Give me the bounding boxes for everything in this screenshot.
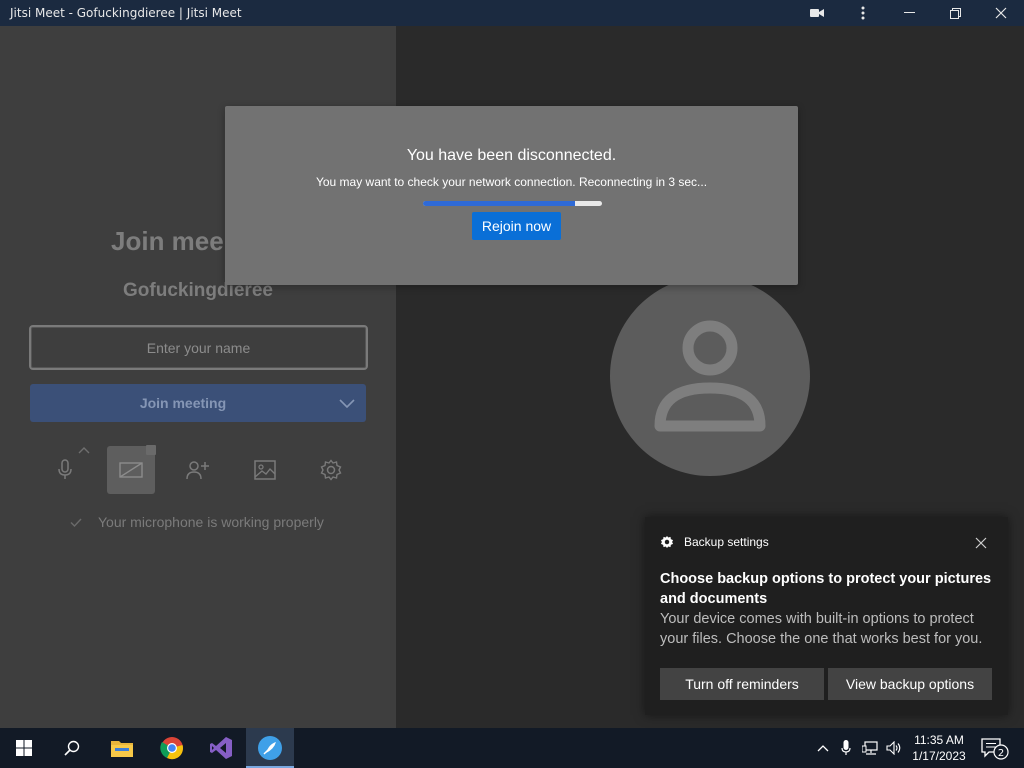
taskbar: 11:35 AM 1/17/2023 2: [0, 728, 1024, 768]
settings-gear-icon: [320, 459, 342, 481]
kebab-menu-icon[interactable]: [840, 0, 886, 26]
mic-status-text: Your microphone is working properly: [98, 514, 324, 530]
microphone-icon: [58, 459, 72, 479]
turn-off-reminders-button[interactable]: Turn off reminders: [660, 668, 824, 700]
chevron-down-icon[interactable]: [328, 384, 366, 422]
chrome-icon: [160, 737, 183, 760]
notification-title: Choose backup options to protect your pi…: [660, 571, 992, 607]
tray-microphone[interactable]: [837, 728, 855, 768]
chevron-up-icon: [817, 745, 829, 752]
speaker-icon: [886, 741, 901, 755]
windows-start-icon: [16, 740, 32, 756]
chevron-up-icon[interactable]: [77, 446, 91, 456]
disconnected-dialog: You have been disconnected. You may want…: [225, 106, 798, 285]
jitsi-meet-icon: [258, 736, 282, 760]
display-name-input[interactable]: [29, 325, 368, 370]
join-meeting-button[interactable]: Join meeting: [30, 384, 366, 422]
background-image-icon: [254, 460, 276, 480]
file-explorer-icon: [111, 741, 133, 757]
view-backup-options-button[interactable]: View backup options: [828, 668, 992, 700]
background-button[interactable]: [241, 446, 289, 494]
tray-volume[interactable]: [884, 728, 904, 768]
join-meeting-label: Join meeting: [139, 395, 227, 411]
prejoin-heading: Join mee: [111, 226, 224, 256]
taskbar-search-button[interactable]: [48, 728, 96, 768]
invite-person-icon: [186, 461, 209, 480]
mic-status: Your microphone is working properly: [70, 514, 324, 530]
gear-icon: [660, 535, 674, 549]
search-icon: [64, 740, 80, 756]
visual-studio-icon: [210, 737, 232, 759]
clock-time: 11:35 AM: [914, 733, 964, 747]
backup-notification: Backup settings Choose backup options to…: [645, 517, 1008, 715]
dialog-title: You have been disconnected.: [406, 147, 617, 164]
settings-button[interactable]: [307, 446, 355, 494]
action-center-button[interactable]: 2: [976, 728, 1012, 768]
minimize-icon[interactable]: [886, 0, 932, 26]
restore-icon[interactable]: [932, 0, 978, 26]
prejoin-toolbar: [0, 445, 396, 496]
invite-button[interactable]: [174, 446, 222, 494]
taskbar-clock[interactable]: 11:35 AM 1/17/2023: [906, 732, 972, 764]
start-button[interactable]: [0, 728, 48, 768]
network-icon: [862, 741, 878, 755]
reconnect-progress-fill: [423, 201, 576, 206]
dialog-message: You may want to check your network conne…: [315, 175, 708, 189]
notification-header: Backup settings: [660, 535, 769, 549]
video-camera-icon[interactable]: [794, 0, 840, 26]
show-hidden-icons-button[interactable]: [814, 728, 832, 768]
user-avatar-icon: [654, 320, 766, 432]
camera-options-badge[interactable]: [146, 445, 156, 455]
notification-icon: 2: [981, 738, 1009, 760]
chrome-button[interactable]: [148, 728, 196, 768]
window-title: Jitsi Meet - Gofuckingdieree | Jitsi Mee…: [10, 6, 242, 20]
notification-body: Your device comes with built-in options …: [660, 611, 983, 647]
check-icon: [70, 518, 82, 527]
avatar: [610, 276, 810, 476]
notification-count: 2: [998, 748, 1004, 759]
rejoin-now-button[interactable]: Rejoin now: [472, 212, 561, 240]
notification-app-name: Backup settings: [684, 535, 769, 549]
jitsi-meet-taskbar-button[interactable]: [246, 728, 294, 768]
camera-off-icon: [119, 462, 143, 478]
close-icon[interactable]: [978, 0, 1024, 26]
tray-network[interactable]: [860, 728, 882, 768]
file-explorer-button[interactable]: [98, 728, 146, 768]
close-icon[interactable]: [974, 536, 988, 550]
microphone-icon: [841, 740, 851, 755]
camera-toggle-button[interactable]: [107, 445, 156, 494]
reconnect-progress-bar: [423, 201, 602, 206]
visual-studio-button[interactable]: [197, 728, 245, 768]
clock-date: 1/17/2023: [912, 749, 966, 763]
window-titlebar: Jitsi Meet - Gofuckingdieree | Jitsi Mee…: [0, 0, 1024, 26]
